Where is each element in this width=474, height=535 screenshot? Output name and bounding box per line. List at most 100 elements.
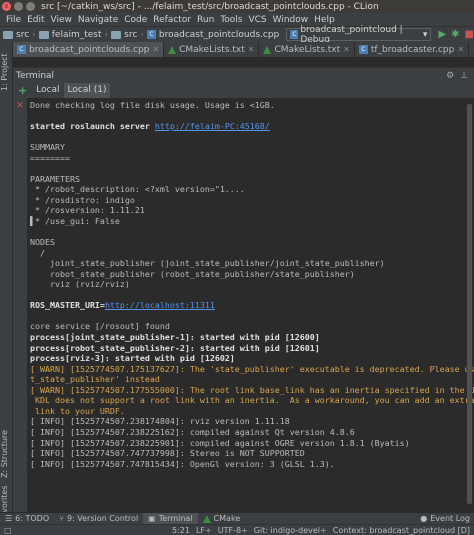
menu-navigate[interactable]: Navigate bbox=[75, 15, 121, 25]
terminal-line-text: SUMMARY bbox=[30, 142, 65, 153]
caret-position[interactable]: 5:21 bbox=[172, 526, 190, 535]
terminal-line: [ WARN] [1525774507.177555000]: The root… bbox=[30, 385, 474, 396]
resolve-context[interactable]: Context: broadcast_pointcloud [D] bbox=[333, 526, 470, 535]
maximize-window-button[interactable] bbox=[26, 2, 35, 11]
event-log-label: Event Log bbox=[430, 514, 470, 523]
tool-tab-todo[interactable]: ☰ 6: TODO bbox=[0, 513, 54, 525]
cmake-icon bbox=[168, 45, 177, 54]
editor-tab-cmakelists-2[interactable]: CMakeLists.txt ✕ bbox=[259, 42, 355, 57]
terminal-line: core service [/rosout] found bbox=[30, 321, 474, 332]
terminal-line-text: process[rviz-3]: started with pid [12602… bbox=[30, 353, 235, 364]
tool-tab-label: CMake bbox=[213, 514, 241, 523]
terminal-line-text: PARAMETERS bbox=[30, 173, 80, 184]
cpp-file-icon: C bbox=[17, 45, 26, 54]
menu-vcs[interactable]: VCS bbox=[245, 15, 269, 25]
terminal-line: ======== bbox=[30, 153, 474, 164]
breadcrumb-file[interactable]: Cbroadcast_pointclouds.cpp bbox=[146, 29, 280, 40]
terminal-line: [ WARN] [1525774507.175137627]: The 'sta… bbox=[30, 364, 474, 375]
new-session-icon[interactable]: + bbox=[13, 84, 32, 97]
close-window-button[interactable]: x bbox=[2, 2, 11, 11]
tool-tab-version-control[interactable]: ⑂ 9: Version Control bbox=[54, 513, 143, 525]
menu-view[interactable]: View bbox=[48, 15, 75, 25]
project-tool-tab[interactable]: 1: Project bbox=[0, 46, 13, 98]
status-items: 5:21 LF÷ UTF-8÷ Git: indigo-devel÷ Conte… bbox=[172, 526, 474, 535]
terminal-link[interactable]: http://felaim-PC:45168/ bbox=[155, 121, 270, 131]
terminal-tab-local-1[interactable]: Local (1) bbox=[63, 83, 111, 98]
editor-area bbox=[13, 57, 474, 67]
hide-panel-icon[interactable]: ⊥ bbox=[460, 71, 468, 81]
terminal-panel-header: Terminal ⚙ ⊥ bbox=[13, 67, 474, 83]
menu-run[interactable]: Run bbox=[194, 15, 217, 25]
event-log-button[interactable]: ● Event Log bbox=[420, 514, 474, 523]
terminal-tab-local[interactable]: Local bbox=[32, 83, 63, 98]
terminal-line: / bbox=[30, 248, 474, 259]
breadcrumb-src[interactable]: src bbox=[3, 30, 29, 40]
menu-tools[interactable]: Tools bbox=[217, 15, 245, 25]
tabs-overflow-icon[interactable]: ≡ bbox=[469, 42, 474, 57]
left-tool-strip: 1: Project Z: Structure 2: Favorites bbox=[0, 42, 13, 532]
close-tab-icon[interactable]: ✕ bbox=[152, 45, 159, 54]
terminal-line-text: / bbox=[30, 247, 45, 258]
breadcrumb-src-sub[interactable]: src bbox=[111, 30, 137, 40]
terminal-line-text: link to your URDF. bbox=[30, 405, 125, 416]
scrollbar-thumb[interactable] bbox=[467, 104, 472, 504]
file-encoding[interactable]: UTF-8÷ bbox=[218, 526, 248, 535]
run-configuration-select[interactable]: Cbroadcast_pointcloud | Debug ▾ bbox=[286, 25, 432, 45]
navigation-bar: src › felaim_test › src › Cbroadcast_poi… bbox=[0, 25, 474, 45]
run-icon[interactable]: ▶ bbox=[438, 29, 446, 40]
terminal-line: process[rviz-3]: started with pid [12602… bbox=[30, 353, 474, 364]
menu-file[interactable]: File bbox=[3, 15, 24, 25]
close-session-icon[interactable]: ✕ bbox=[13, 98, 27, 111]
breadcrumb-label: src bbox=[124, 29, 138, 40]
line-separator[interactable]: LF÷ bbox=[196, 526, 212, 535]
close-tab-icon[interactable]: ✕ bbox=[248, 45, 255, 54]
breadcrumb-label: broadcast_pointclouds.cpp bbox=[158, 29, 280, 40]
bottom-tool-tabs: ☰ 6: TODO ⑂ 9: Version Control ▣ Terminal C… bbox=[0, 512, 474, 525]
close-tab-icon[interactable]: ✕ bbox=[343, 45, 350, 54]
folder-icon bbox=[111, 30, 122, 39]
chevron-down-icon: ▾ bbox=[422, 29, 428, 40]
terminal-line-text: ▌* /use_gui: False bbox=[30, 216, 120, 227]
tool-tab-terminal[interactable]: ▣ Terminal bbox=[143, 512, 198, 525]
editor-tab-broadcast-pointclouds[interactable]: C broadcast_pointclouds.cpp ✕ bbox=[13, 42, 165, 57]
stop-icon[interactable]: ■ bbox=[465, 29, 474, 40]
terminal-line-text: * /rosversion: 1.11.21 bbox=[30, 205, 145, 216]
terminal-line: Done checking log file disk usage. Usage… bbox=[30, 100, 474, 111]
git-branch[interactable]: Git: indigo-devel÷ bbox=[254, 526, 327, 535]
terminal-line: [ INFO] [1525774507.747737998]: Stereo i… bbox=[30, 448, 474, 459]
terminal-line-text: joint_state_publisher (joint_state_publi… bbox=[30, 258, 385, 269]
menu-edit[interactable]: Edit bbox=[24, 15, 47, 25]
terminal-gutter: ✕ bbox=[13, 98, 27, 512]
terminal-link[interactable]: http://localhost:11311 bbox=[105, 300, 215, 310]
breadcrumb-felaim-test[interactable]: felaim_test bbox=[38, 30, 102, 40]
minimize-window-button[interactable] bbox=[14, 2, 23, 11]
close-tab-icon[interactable]: ✕ bbox=[457, 45, 464, 54]
terminal-line: link to your URDF. bbox=[30, 406, 474, 417]
menu-window[interactable]: Window bbox=[270, 15, 312, 25]
terminal-line-text: robot_state_publisher (robot_state_publi… bbox=[30, 268, 355, 279]
cmake-icon bbox=[202, 514, 211, 523]
terminal-line-text: started roslaunch server bbox=[30, 121, 155, 132]
structure-tool-tab[interactable]: Z: Structure bbox=[0, 430, 13, 478]
status-icon[interactable]: ▢ bbox=[4, 526, 12, 535]
terminal-line: [ INFO] [1525774507.238225162]: compiled… bbox=[30, 427, 474, 438]
tool-tab-cmake[interactable]: CMake bbox=[198, 513, 246, 525]
editor-tab-tf-broadcaster[interactable]: C tf_broadcaster.cpp ✕ bbox=[355, 42, 470, 57]
terminal-panel-title: Terminal bbox=[16, 70, 55, 81]
terminal-scrollbar[interactable] bbox=[467, 100, 472, 508]
terminal-output[interactable]: Done checking log file disk usage. Usage… bbox=[27, 98, 474, 512]
menu-help[interactable]: Help bbox=[311, 15, 338, 25]
menu-code[interactable]: Code bbox=[121, 15, 150, 25]
menu-refactor[interactable]: Refactor bbox=[150, 15, 194, 25]
editor-tab-cmakelists-1[interactable]: CMakeLists.txt ✕ bbox=[164, 42, 260, 57]
todo-icon: ☰ bbox=[5, 514, 13, 523]
breadcrumb-separator: › bbox=[140, 29, 144, 40]
debug-icon[interactable]: ✱ bbox=[451, 29, 459, 40]
settings-gear-icon[interactable]: ⚙ bbox=[446, 71, 454, 81]
terminal-line-text: process[joint_state_publisher-1]: starte… bbox=[30, 332, 320, 343]
window-title: src [~/catkin_ws/src] - .../felaim_test/… bbox=[41, 1, 379, 12]
